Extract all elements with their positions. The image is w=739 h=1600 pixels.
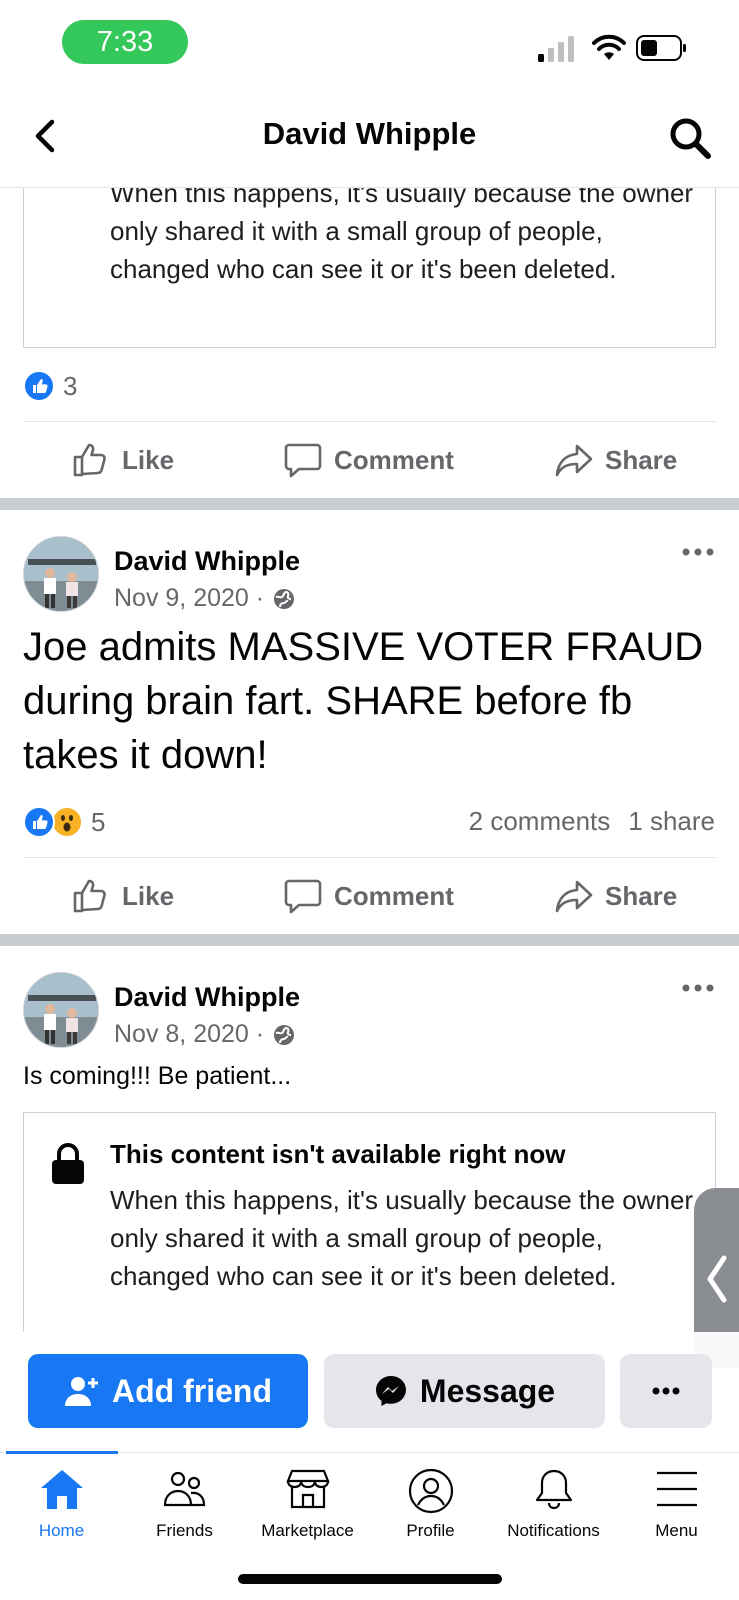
comment-bubble-icon xyxy=(284,879,322,914)
post-action-bar: Like Comment Share xyxy=(0,858,739,934)
post-timestamp[interactable]: Nov 8, 2020 · xyxy=(114,1020,296,1049)
like-reaction-icon xyxy=(23,370,55,402)
unavailable-content-card: This content isn't available right now W… xyxy=(23,1112,716,1332)
engagement-counts[interactable]: 2 comments 1 share xyxy=(469,806,715,837)
comment-button[interactable]: Comment xyxy=(284,858,454,934)
unavailable-content-body: When this happens, it's usually because … xyxy=(110,188,694,284)
profile-action-bar: Add friend Message xyxy=(0,1332,739,1428)
globe-icon xyxy=(274,588,295,609)
marketplace-icon xyxy=(285,1469,330,1509)
avatar[interactable] xyxy=(23,972,99,1048)
more-profile-actions-button[interactable] xyxy=(620,1354,712,1428)
post-author[interactable]: David Whipple xyxy=(114,982,300,1013)
share-arrow-icon xyxy=(555,880,593,913)
reaction-summary[interactable]: 5 xyxy=(23,804,105,840)
tab-menu[interactable]: Menu xyxy=(615,1467,738,1567)
wifi-icon xyxy=(592,34,626,60)
reaction-count: 3 xyxy=(63,370,78,401)
messenger-icon xyxy=(375,1376,406,1406)
comment-button[interactable]: Comment xyxy=(284,422,454,498)
tab-notifications[interactable]: Notifications xyxy=(492,1467,615,1567)
share-button[interactable]: Share xyxy=(555,422,677,498)
tab-home[interactable]: Home xyxy=(0,1467,123,1567)
friends-icon xyxy=(163,1471,205,1507)
unavailable-content-card: When this happens, it's usually because … xyxy=(23,188,716,348)
more-options-icon xyxy=(652,1387,680,1395)
post-author[interactable]: David Whipple xyxy=(114,546,300,577)
search-icon[interactable] xyxy=(666,114,714,162)
post-text: Joe admits MASSIVE VOTER FRAUD during br… xyxy=(23,625,704,777)
reaction-count: 5 xyxy=(91,806,106,837)
globe-icon xyxy=(274,1024,295,1045)
page-title: David Whipple xyxy=(262,116,477,151)
like-button[interactable]: Like xyxy=(72,858,174,934)
tab-friends[interactable]: Friends xyxy=(123,1467,246,1567)
chevron-left-icon xyxy=(707,1255,727,1303)
lock-icon xyxy=(52,1143,84,1184)
status-time: 7:33 xyxy=(62,20,188,64)
battery-icon xyxy=(636,35,686,61)
menu-icon xyxy=(656,1471,697,1507)
active-tab-indicator xyxy=(6,1451,118,1454)
thumbs-up-icon xyxy=(73,443,106,477)
like-button[interactable]: Like xyxy=(72,422,174,498)
share-count[interactable]: 1 share xyxy=(628,806,715,836)
bell-icon xyxy=(535,1469,572,1510)
status-bar: 7:33 xyxy=(0,0,739,88)
share-arrow-icon xyxy=(555,444,593,477)
tab-profile[interactable]: Profile xyxy=(369,1467,492,1567)
reaction-summary[interactable]: 3 xyxy=(23,368,77,404)
profile-icon xyxy=(408,1468,453,1514)
cellular-signal-icon xyxy=(538,36,574,62)
unavailable-content-title: This content isn't available right now xyxy=(110,1139,566,1169)
post-action-bar: Like Comment Share xyxy=(0,422,739,498)
post-timestamp[interactable]: Nov 9, 2020 · xyxy=(114,584,296,613)
tab-marketplace[interactable]: Marketplace xyxy=(246,1467,369,1567)
share-button[interactable]: Share xyxy=(555,858,677,934)
message-button[interactable]: Message xyxy=(324,1354,605,1428)
add-friend-button[interactable]: Add friend xyxy=(28,1354,308,1428)
post-text: Is coming!!! Be patient... xyxy=(23,1062,292,1090)
thumbs-up-icon xyxy=(73,879,106,913)
wow-reaction-icon xyxy=(51,806,83,838)
more-options-icon[interactable] xyxy=(680,978,716,998)
like-reaction-icon xyxy=(23,806,55,838)
comment-count[interactable]: 2 comments xyxy=(469,806,611,836)
nav-header: David Whipple xyxy=(0,92,739,188)
feed-separator xyxy=(0,934,739,946)
home-indicator xyxy=(238,1574,502,1584)
add-friend-icon xyxy=(65,1377,98,1406)
avatar[interactable] xyxy=(23,536,99,612)
feed-separator xyxy=(0,498,739,510)
home-icon xyxy=(40,1470,83,1509)
unavailable-content-body: When this happens, it's usually because … xyxy=(110,1185,694,1291)
comment-bubble-icon xyxy=(284,443,322,478)
more-options-icon[interactable] xyxy=(680,542,716,562)
